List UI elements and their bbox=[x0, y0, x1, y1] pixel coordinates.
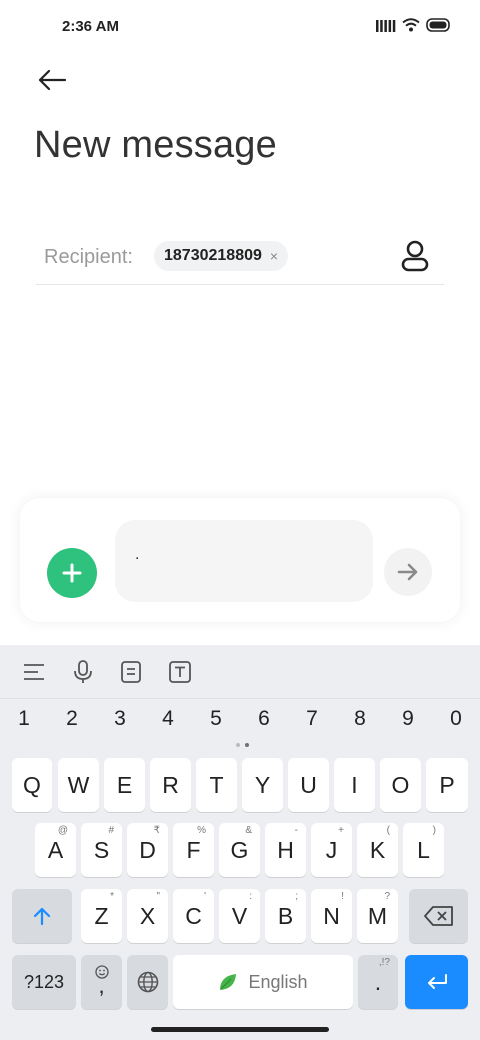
keyboard-page-indicator bbox=[236, 743, 249, 747]
key-2[interactable]: 2 bbox=[52, 707, 92, 731]
clipboard-icon bbox=[121, 661, 141, 683]
chip-remove-icon[interactable]: × bbox=[270, 248, 278, 264]
status-icons bbox=[376, 18, 450, 37]
recipient-chip-number: 18730218809 bbox=[164, 247, 262, 264]
recipient-chip[interactable]: 18730218809 × bbox=[154, 241, 289, 271]
back-arrow-icon bbox=[38, 69, 67, 91]
status-time: 2:36 AM bbox=[62, 18, 119, 35]
key-c[interactable]: ' C bbox=[173, 889, 214, 943]
key-h[interactable]: -H bbox=[265, 823, 306, 877]
key-d[interactable]: ₹ D bbox=[127, 823, 168, 877]
key-b[interactable]: ; B bbox=[265, 889, 306, 943]
status-bar: 2:36 AM bbox=[0, 0, 480, 56]
key-4[interactable]: 4 bbox=[148, 707, 188, 731]
backspace-icon bbox=[423, 906, 453, 926]
back-button[interactable] bbox=[34, 64, 70, 96]
key-8[interactable]: 8 bbox=[340, 707, 380, 731]
enter-icon bbox=[427, 974, 447, 989]
text-format-icon bbox=[169, 661, 191, 683]
backspace-key[interactable] bbox=[409, 889, 468, 943]
key-3[interactable]: 3 bbox=[100, 707, 140, 731]
key-w[interactable]: W bbox=[58, 758, 99, 812]
key-n[interactable]: ! N bbox=[311, 889, 352, 943]
contact-person-icon bbox=[401, 240, 429, 272]
add-attachment-button[interactable] bbox=[47, 548, 97, 598]
key-z[interactable]: * Z bbox=[81, 889, 122, 943]
keyboard: 1 2 3 4 5 6 7 8 9 0 Q W E R T Y U I O P … bbox=[0, 645, 480, 1040]
send-button[interactable] bbox=[384, 548, 432, 596]
shift-arrow-icon bbox=[33, 907, 51, 926]
compose-panel: . bbox=[20, 498, 460, 622]
voice-input-button[interactable] bbox=[69, 658, 97, 686]
key-k[interactable]: (K bbox=[357, 823, 398, 877]
key-i[interactable]: I bbox=[334, 758, 375, 812]
number-row: 1 2 3 4 5 6 7 8 9 0 bbox=[0, 707, 480, 739]
battery-icon bbox=[426, 18, 450, 37]
leaf-icon bbox=[220, 974, 237, 990]
key-e[interactable]: E bbox=[104, 758, 145, 812]
shift-key[interactable] bbox=[12, 889, 72, 943]
key-u[interactable]: U bbox=[288, 758, 329, 812]
key-x[interactable]: " X bbox=[127, 889, 168, 943]
keyboard-toolbar bbox=[0, 645, 480, 699]
page-title: New message bbox=[34, 124, 277, 166]
plus-icon bbox=[62, 563, 82, 583]
contacts-button[interactable] bbox=[398, 238, 432, 274]
key-y[interactable]: Y bbox=[242, 758, 283, 812]
space-key-label: English bbox=[248, 971, 308, 992]
message-input[interactable]: . bbox=[115, 520, 373, 602]
recipient-row[interactable]: Recipient: 18730218809 × bbox=[36, 232, 444, 285]
clipboard-button[interactable] bbox=[117, 658, 145, 686]
key-0[interactable]: 0 bbox=[436, 707, 476, 731]
key-t[interactable]: T bbox=[196, 758, 237, 812]
signal-icon bbox=[376, 18, 396, 37]
key-1[interactable]: 1 bbox=[4, 707, 44, 731]
key-a[interactable]: @ A bbox=[35, 823, 76, 877]
recipient-label: Recipient: bbox=[44, 246, 133, 268]
globe-icon bbox=[137, 971, 158, 993]
key-7[interactable]: 7 bbox=[292, 707, 332, 731]
key-f[interactable]: % F bbox=[173, 823, 214, 877]
symbols-key[interactable]: ?123 bbox=[12, 955, 76, 1009]
key-p[interactable]: P bbox=[426, 758, 468, 812]
language-switch-key[interactable] bbox=[127, 955, 168, 1009]
key-m[interactable]: ? M bbox=[357, 889, 398, 943]
space-key[interactable]: English bbox=[173, 955, 353, 1009]
text-style-button[interactable] bbox=[166, 658, 194, 686]
key-l[interactable]: ) L bbox=[403, 823, 444, 877]
key-q[interactable]: Q bbox=[12, 758, 52, 812]
microphone-icon bbox=[74, 660, 92, 683]
home-indicator[interactable] bbox=[151, 1027, 329, 1032]
key-9[interactable]: 9 bbox=[388, 707, 428, 731]
key-o[interactable]: O bbox=[380, 758, 421, 812]
key-j[interactable]: + J bbox=[311, 823, 352, 877]
wifi-icon bbox=[402, 18, 420, 37]
emoji-comma-key[interactable]: , bbox=[81, 955, 122, 1009]
key-s[interactable]: # S bbox=[81, 823, 122, 877]
key-r[interactable]: R bbox=[150, 758, 191, 812]
key-g[interactable]: & G bbox=[219, 823, 260, 877]
keyboard-menu-button[interactable] bbox=[20, 658, 48, 686]
menu-lines-icon bbox=[24, 664, 44, 680]
key-5[interactable]: 5 bbox=[196, 707, 236, 731]
key-v[interactable]: :V bbox=[219, 889, 260, 943]
enter-key[interactable] bbox=[405, 955, 468, 1009]
send-arrow-icon bbox=[397, 563, 418, 581]
period-key[interactable]: ,!?. bbox=[358, 955, 398, 1009]
key-6[interactable]: 6 bbox=[244, 707, 284, 731]
